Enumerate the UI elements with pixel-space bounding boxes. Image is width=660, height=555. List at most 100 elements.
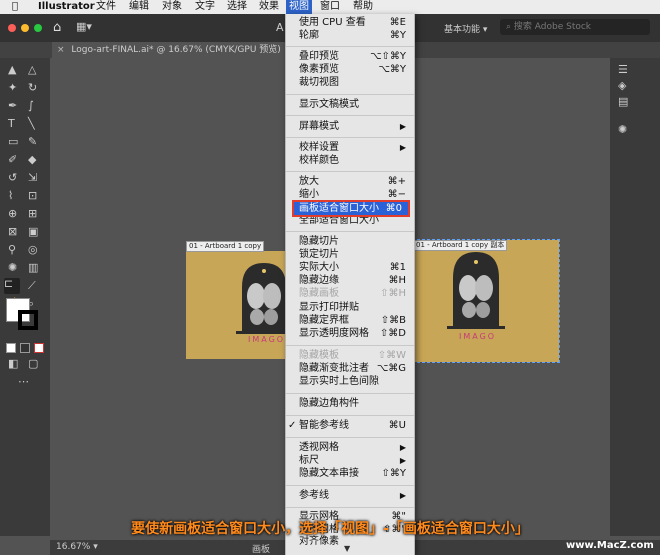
document-tab[interactable]: × Logo-art-FINAL.ai* @ 16.67% (CMYK/GPU … (52, 42, 292, 58)
menu-file[interactable]: 文件 (96, 0, 116, 14)
menu-type[interactable]: 文字 (195, 0, 215, 14)
tab-close-icon[interactable]: × (57, 45, 65, 55)
menu-scroll-down-icon[interactable]: ▼ (344, 544, 350, 553)
color-mode-icon[interactable] (6, 343, 16, 353)
paintbrush-tool-icon[interactable]: ✎ (28, 136, 37, 148)
menu-item-fit-artboard-in-window[interactable]: 画板适合窗口大小 ⌘0 (292, 200, 410, 217)
menu-item-overprint-preview[interactable]: 叠印预览 ⌥⇧⌘Y (286, 51, 414, 63)
menu-item-rulers[interactable]: 标尺 ▶ (286, 455, 414, 467)
menu-select[interactable]: 选择 (227, 0, 247, 14)
stock-search-input[interactable]: ⌕ 搜索 Adobe Stock (500, 19, 650, 35)
lasso-tool-icon[interactable]: ↻ (28, 82, 37, 94)
direct-selection-tool-icon[interactable]: △ (28, 64, 36, 76)
screen-mode-icon[interactable]: ▢ (28, 358, 38, 370)
menu-item-cpu-view[interactable]: 使用 CPU 查看 ⌘E (286, 17, 414, 29)
menu-item-fit-all-in-window[interactable]: 全部适合窗口大小 (286, 215, 414, 227)
menu-item-shortcut: ⇧⌘H (380, 288, 406, 299)
menu-item-screen-mode[interactable]: 屏幕模式 ▶ (286, 121, 414, 133)
type-tool-icon[interactable]: T (8, 118, 15, 130)
menu-item-hide-gradient-annotator[interactable]: 隐藏渐变批注者 ⌥⌘G (286, 363, 414, 375)
menu-object[interactable]: 对象 (162, 0, 182, 14)
menu-illustrator[interactable]: Illustrator (38, 0, 95, 14)
pen-tool-icon[interactable]: ✒ (8, 100, 17, 112)
properties-panel-icon[interactable]: ☰ (618, 64, 628, 76)
gradient-tool-icon[interactable]: ▣ (28, 226, 38, 238)
workspace-switcher[interactable]: 基本功能 ▾ (444, 22, 487, 35)
scale-tool-icon[interactable]: ⇲ (28, 172, 37, 184)
menu-item-show-print-tiling[interactable]: 显示打印拼贴 (286, 302, 414, 314)
magic-wand-tool-icon[interactable]: ✦ (8, 82, 17, 94)
rotate-tool-icon[interactable]: ↺ (8, 172, 17, 184)
menu-item-proof-colors[interactable]: 校样颜色 (286, 155, 414, 167)
menu-item-show-live-paint-gaps[interactable]: 显示实时上色间隙 (286, 376, 414, 388)
artboard-2[interactable]: IMAGO (412, 239, 560, 363)
column-graph-tool-icon[interactable]: ▥ (28, 262, 38, 274)
menu-item-hide-text-threads[interactable]: 隐藏文本串接 ⇧⌘Y (286, 468, 414, 480)
menu-item-hide-bounding-box[interactable]: 隐藏定界框 ⇧⌘B (286, 315, 414, 327)
perspective-grid-tool-icon[interactable]: ⊞ (28, 208, 37, 220)
menu-item-smart-guides[interactable]: ✓ 智能参考线 ⌘U (286, 420, 414, 432)
zoom-window-button[interactable] (34, 24, 42, 32)
menu-separator (286, 415, 414, 416)
menu-item-hide-edges[interactable]: 隐藏边缘 ⌘H (286, 275, 414, 287)
line-tool-icon[interactable]: ╲ (28, 118, 35, 130)
menu-item-hide-corner-widget[interactable]: 隐藏边角构件 (286, 398, 414, 410)
menu-effect[interactable]: 效果 (259, 0, 279, 14)
artboard-tool-icon[interactable]: ⊏ (4, 278, 20, 294)
shaper-tool-icon[interactable]: ✐ (8, 154, 17, 166)
home-icon[interactable]: ⌂ (53, 20, 61, 35)
shape-builder-tool-icon[interactable]: ⊕ (8, 208, 17, 220)
status-label[interactable]: 画板 (252, 542, 270, 555)
stroke-swatch[interactable] (18, 310, 38, 330)
menu-item-hide-artboards[interactable]: 隐藏画板 ⇧⌘H (286, 288, 414, 300)
menu-item-guides[interactable]: 参考线 ▶ (286, 490, 414, 502)
slice-tool-icon[interactable]: ⟋ (28, 280, 36, 292)
rectangle-tool-icon[interactable]: ▭ (8, 136, 18, 148)
menu-item-lock-slices[interactable]: 锁定切片 (286, 249, 414, 261)
menu-separator (286, 437, 414, 438)
menu-item-perspective-grid[interactable]: 透视网格 ▶ (286, 442, 414, 454)
menu-view[interactable]: 视图 (286, 0, 312, 14)
menu-item-actual-size[interactable]: 实际大小 ⌘1 (286, 262, 414, 274)
appearance-panel-icon[interactable]: ✺ (618, 124, 627, 136)
menu-item-show-transparency-grid[interactable]: 显示透明度网格 ⇧⌘D (286, 328, 414, 340)
menu-item-zoom-in[interactable]: 放大 ⌘+ (286, 176, 414, 188)
gradient-mode-icon[interactable] (20, 343, 30, 353)
eyedropper-tool-icon[interactable]: ⚲ (8, 244, 16, 256)
blend-tool-icon[interactable]: ◎ (28, 244, 38, 256)
artboard-2-label[interactable]: 01 - Artboard 1 copy 副本 (413, 240, 508, 251)
menu-item-zoom-out[interactable]: 缩小 ⌘− (286, 189, 414, 201)
workspace-layout-icon[interactable]: ▦▾ (76, 20, 92, 33)
menu-item-hide-slices[interactable]: 隐藏切片 (286, 236, 414, 248)
search-placeholder: 搜索 Adobe Stock (513, 22, 592, 32)
layers-panel-icon[interactable]: ◈ (618, 80, 626, 92)
mesh-tool-icon[interactable]: ⊠ (8, 226, 17, 238)
width-tool-icon[interactable]: ⌇ (8, 190, 13, 202)
draw-mode-icon[interactable]: ◧ (8, 358, 18, 370)
menu-window[interactable]: 窗口 (320, 0, 340, 14)
menu-separator (286, 485, 414, 486)
close-window-button[interactable] (8, 24, 16, 32)
artboard-1-label[interactable]: 01 - Artboard 1 copy (186, 241, 265, 252)
libraries-panel-icon[interactable]: ▤ (618, 96, 628, 108)
artboard-1[interactable]: IMAGO (186, 251, 286, 359)
symbol-sprayer-tool-icon[interactable]: ✺ (8, 262, 17, 274)
apple-icon[interactable]:  (12, 0, 18, 14)
menu-item-outline[interactable]: 轮廓 ⌘Y (286, 30, 414, 42)
menu-item-trim-view[interactable]: 裁切视图 (286, 77, 414, 89)
selection-tool-icon[interactable]: ▲ (8, 64, 16, 76)
menu-edit[interactable]: 编辑 (129, 0, 149, 14)
free-transform-tool-icon[interactable]: ⊡ (28, 190, 37, 202)
more-tools-icon[interactable]: ⋯ (18, 376, 29, 388)
menu-help[interactable]: 帮助 (353, 0, 373, 14)
menu-item-pixel-preview[interactable]: 像素预览 ⌥⌘Y (286, 64, 414, 76)
menu-item-hide-template[interactable]: 隐藏模板 ⇧⌘W (286, 350, 414, 362)
curvature-tool-icon[interactable]: ∫ (28, 100, 34, 112)
zoom-level[interactable]: 16.67% ▾ (56, 542, 98, 552)
none-mode-icon[interactable] (34, 343, 44, 353)
eraser-tool-icon[interactable]: ◆ (28, 154, 36, 166)
minimize-window-button[interactable] (21, 24, 29, 32)
menu-item-proof-setup[interactable]: 校样设置 ▶ (286, 142, 414, 154)
menu-item-shortcut: ⌘U (388, 420, 406, 431)
menu-item-presentation-mode[interactable]: 显示文稿模式 (286, 99, 414, 111)
